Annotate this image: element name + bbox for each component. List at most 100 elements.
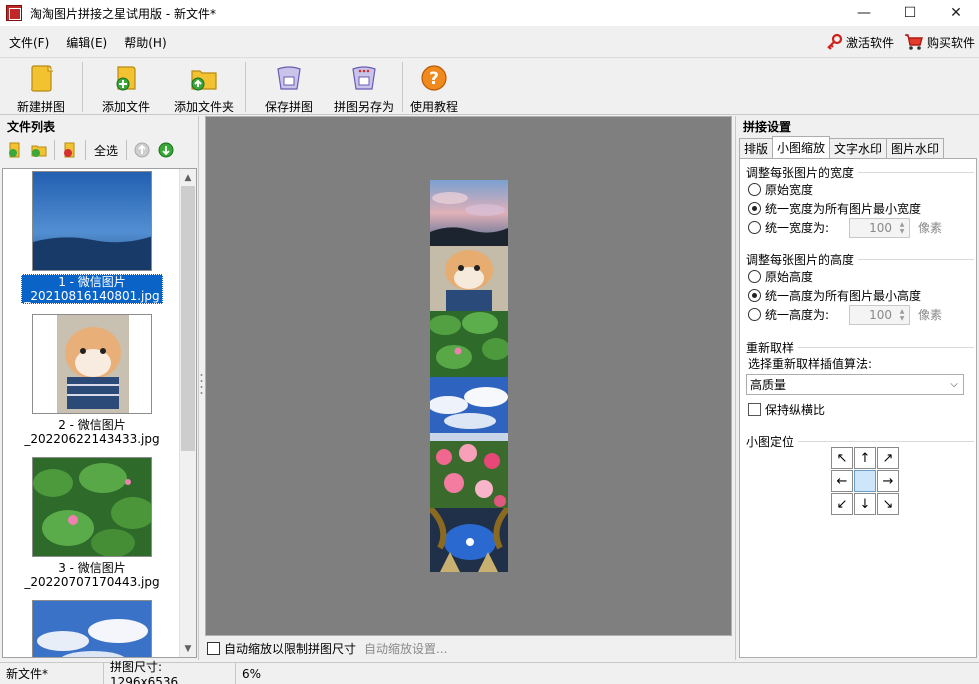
tab-thumbnail-scaling[interactable]: 小图缩放 [772,136,831,158]
spinner-arrows-icon[interactable]: ▲ ▼ [896,220,908,236]
add-folder-icon [31,145,47,157]
move-up-button[interactable] [131,139,153,161]
select-all-button[interactable]: 全选 [90,139,122,161]
keep-ratio-row[interactable]: 保持纵横比 [746,400,974,419]
position-title: 小图定位 [746,432,799,450]
list-item[interactable] [3,600,181,657]
align-top-button[interactable]: ↑ [854,447,876,469]
tab-text-watermark[interactable]: 文字水印 [829,138,888,158]
move-down-button[interactable] [155,139,177,161]
menu-file[interactable]: 文件(F) [1,34,57,51]
file-name: 3 - 微信图片 _20220707170443.jpg [24,561,160,589]
auto-zoom-label: 自动缩放以限制拼图尺寸 [224,641,357,656]
height-spinner[interactable]: 100 ▲ ▼ [849,304,911,325]
add-folder-button[interactable]: 添加文件夹 [169,58,239,115]
tab-layout[interactable]: 排版 [739,138,774,158]
mosaic-tile [430,311,508,377]
resample-title: 重新取样 [746,338,799,356]
keep-ratio-checkbox[interactable] [748,403,761,416]
add-file-small-button[interactable] [4,139,26,161]
resample-select[interactable]: 高质量 ⌵ [746,374,964,395]
window-controls: — ☐ ✕ [841,0,979,26]
radio-button[interactable] [748,221,761,234]
menu-help[interactable]: 帮助(H) [116,34,174,51]
save-as-label: 拼图另存为 [333,100,394,114]
maximize-button[interactable]: ☐ [887,0,933,26]
scroll-up-arrow-icon[interactable]: ▲ [180,169,196,186]
settings-tabs: 排版 小图缩放 文字水印 图片水印 [739,136,945,158]
align-bottom-right-button[interactable]: ↘ [877,493,899,515]
radio-min-height[interactable]: 统一高度为所有图片最小高度 [746,286,974,305]
auto-zoom-checkbox[interactable] [207,641,220,655]
radio-custom-width[interactable]: 统一宽度为: 100 ▲ ▼ 像素 [746,217,974,238]
thumbnail-image [32,600,152,657]
settings-panel: 拼接设置 排版 小图缩放 文字水印 图片水印 调整每张图片的宽度 原始宽度 统一… [735,116,979,660]
left-splitter-handle[interactable] [200,372,203,396]
toolbar: 新建拼图 添加文件 添加文件夹 保存拼图 拼图另存为 ? 使用教程 [0,57,979,115]
arrow-up-icon [134,142,150,158]
add-folder-icon [188,62,220,94]
new-document-icon [25,62,57,94]
save-as-button[interactable]: 拼图另存为 [332,58,396,115]
scroll-down-arrow-icon[interactable]: ▼ [180,640,196,657]
width-unit: 像素 [918,221,943,235]
menu-edit[interactable]: 编辑(E) [58,34,115,51]
list-item[interactable]: 1 - 微信图片 _20210816140801.jpg [3,171,181,304]
file-list-panel: 文件列表 全选 1 - 微信图片 _20210816140801.jpg 2 -… [0,116,199,660]
add-file-button[interactable]: 添加文件 [83,58,169,115]
list-item[interactable]: 3 - 微信图片 _20220707170443.jpg [3,457,181,590]
tab-image-watermark[interactable]: 图片水印 [886,138,945,158]
radio-button[interactable] [748,183,761,196]
align-bottom-left-button[interactable]: ↙ [831,493,853,515]
minimize-button[interactable]: — [841,0,887,26]
menu-right: 激活软件 购买软件 [825,28,975,56]
radio-button[interactable] [748,270,761,283]
width-spinner[interactable]: 100 ▲ ▼ [849,217,911,238]
new-mosaic-button[interactable]: 新建拼图 [0,58,82,115]
width-group: 调整每张图片的宽度 原始宽度 统一宽度为所有图片最小宽度 统一宽度为: 100 … [746,163,974,238]
add-file-label: 添加文件 [101,100,150,114]
align-top-left-button[interactable]: ↖ [831,447,853,469]
status-zoom: 6% [242,666,262,681]
add-folder-label: 添加文件夹 [173,100,234,114]
align-center-button[interactable] [854,470,876,492]
auto-zoom-settings-link[interactable]: 自动缩放设置... [364,640,447,657]
file-name: 1 - 微信图片 _20210816140801.jpg [21,274,163,304]
align-right-button[interactable]: → [877,470,899,492]
radio-button[interactable] [748,308,761,321]
height-group-title: 调整每张图片的高度 [746,250,859,268]
height-unit: 像素 [918,308,943,322]
close-button[interactable]: ✕ [933,0,979,26]
list-item[interactable]: 2 - 微信图片 _20220622143433.jpg [3,314,181,447]
title-bar: 淘淘图片拼接之星试用版 - 新文件* — ☐ ✕ [0,0,979,26]
radio-custom-height[interactable]: 统一高度为: 100 ▲ ▼ 像素 [746,304,974,325]
buy-software-link[interactable]: 购买软件 [904,33,975,51]
mosaic-tile [430,246,508,311]
radio-button[interactable] [748,289,761,302]
app-logo-icon [6,5,22,21]
spinner-arrows-icon[interactable]: ▲ ▼ [896,307,908,323]
radio-original-height[interactable]: 原始高度 [746,267,974,286]
activate-software-link[interactable]: 激活软件 [825,33,894,51]
shopping-cart-icon [904,34,923,50]
align-bottom-button[interactable]: ↓ [854,493,876,515]
radio-button[interactable] [748,202,761,215]
save-mosaic-button[interactable]: 保存拼图 [246,58,332,115]
file-list-scrollbar[interactable]: ▲ ▼ [179,169,196,657]
remove-file-button[interactable] [59,139,81,161]
preview-canvas[interactable] [205,116,732,636]
radio-original-width[interactable]: 原始宽度 [746,180,974,199]
save-as-icon [348,62,380,94]
position-group: 小图定位 ↖ ↑ ↗ ← → ↙ ↓ ↘ [746,432,974,523]
file-name: 2 - 微信图片 _20220622143433.jpg [24,418,160,446]
align-left-button[interactable]: ← [831,470,853,492]
tutorial-button[interactable]: ? 使用教程 [403,58,465,115]
height-group: 调整每张图片的高度 原始高度 统一高度为所有图片最小高度 统一高度为: 100 … [746,250,974,325]
add-file-icon [110,62,142,94]
position-grid: ↖ ↑ ↗ ← → ↙ ↓ ↘ [831,447,900,516]
add-folder-small-button[interactable] [28,139,50,161]
file-list[interactable]: 1 - 微信图片 _20210816140801.jpg 2 - 微信图片 _2… [2,168,197,658]
align-top-right-button[interactable]: ↗ [877,447,899,469]
radio-min-width[interactable]: 统一宽度为所有图片最小宽度 [746,199,974,218]
scrollbar-thumb[interactable] [181,186,195,451]
